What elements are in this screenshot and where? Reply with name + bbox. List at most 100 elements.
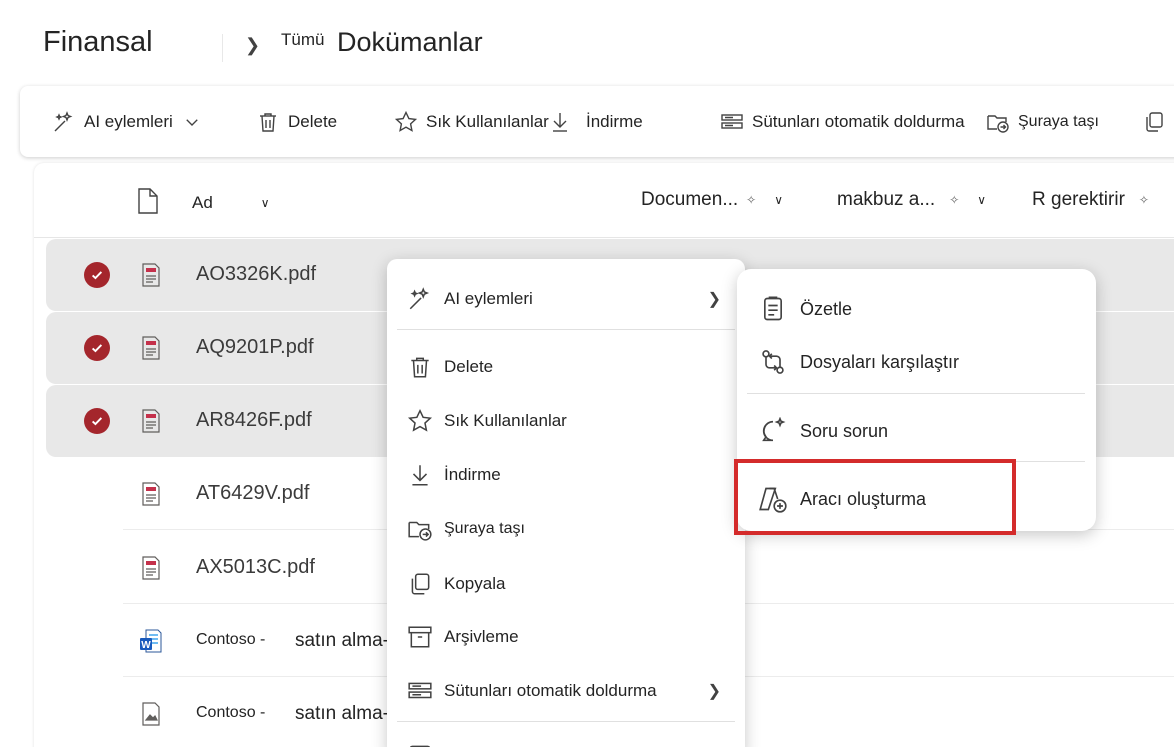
columns-icon bbox=[408, 682, 432, 699]
column-receipt-label: makbuz a... bbox=[837, 189, 936, 210]
autofill-columns-button[interactable]: Sütunları otomatik doldurma bbox=[720, 86, 965, 157]
image-icon bbox=[142, 702, 160, 726]
sparkle-wand-icon bbox=[409, 287, 430, 310]
menu-item-label: Şuraya taşı bbox=[444, 520, 525, 537]
submenu-item-label: Dosyaları karşılaştır bbox=[800, 351, 960, 372]
selected-check-icon[interactable] bbox=[84, 262, 110, 288]
folder-move-icon bbox=[987, 114, 1009, 133]
copy-icon bbox=[1146, 111, 1163, 132]
chevron-down-icon bbox=[186, 118, 198, 126]
menu-item-label: Sütunları otomatik doldurma bbox=[444, 681, 657, 700]
menu-item-label: AI eylemleri bbox=[444, 289, 533, 308]
ai-actions-button[interactable]: AI eylemleri bbox=[52, 86, 201, 157]
autofill-sparkle-icon: ✧ bbox=[746, 193, 757, 207]
file-type-icon bbox=[138, 188, 158, 214]
selected-check-icon[interactable] bbox=[84, 335, 110, 361]
menu-item-label: Arşivleme bbox=[444, 627, 519, 646]
summary-document-icon bbox=[764, 296, 782, 321]
menu-item-download[interactable]: İndirme bbox=[387, 453, 745, 497]
context-menu: AI eylemleri ❯ Delete Sık Kullanılanlar … bbox=[387, 259, 745, 747]
delete-button[interactable]: Delete bbox=[256, 86, 337, 157]
menu-divider bbox=[397, 329, 735, 330]
move-to-button[interactable]: Şuraya taşı bbox=[986, 86, 1099, 157]
pdf-icon bbox=[142, 482, 160, 506]
page-title[interactable]: Dokümanlar bbox=[337, 27, 483, 58]
menu-divider bbox=[397, 721, 735, 722]
file-name[interactable]: Contoso - bbox=[196, 631, 265, 649]
chevron-right-icon: ❯ bbox=[707, 291, 721, 308]
site-title[interactable]: Finansal bbox=[43, 26, 153, 59]
submenu-item-label: Özetle bbox=[800, 298, 853, 319]
header-divider bbox=[222, 34, 223, 62]
star-icon bbox=[407, 408, 433, 432]
chevron-down-icon: ∨ bbox=[260, 196, 270, 210]
pdf-icon bbox=[142, 556, 160, 580]
breadcrumb-all[interactable]: Tümü bbox=[281, 30, 324, 50]
submenu-item-compare[interactable]: Dosyaları karşılaştır bbox=[737, 340, 1096, 384]
breadcrumb-chevron-icon: ❯ bbox=[245, 35, 261, 55]
menu-divider bbox=[747, 393, 1085, 394]
chevron-down-icon: ∨ bbox=[774, 193, 784, 207]
menu-item-label: Kopyala bbox=[444, 574, 506, 593]
sparkle-wand-icon bbox=[54, 110, 73, 131]
details-icon bbox=[409, 745, 431, 747]
column-required[interactable]: R gerektirir ✧ bbox=[1032, 189, 1149, 211]
menu-item-ai-actions[interactable]: AI eylemleri ❯ bbox=[387, 277, 745, 321]
file-name[interactable]: AT6429V.pdf bbox=[196, 482, 309, 505]
submenu-item-ask-question[interactable]: Soru sorun bbox=[737, 409, 1096, 453]
menu-item-delete[interactable]: Delete bbox=[387, 345, 745, 389]
trash-icon bbox=[260, 112, 276, 132]
file-name[interactable]: AX5013C.pdf bbox=[196, 556, 315, 579]
menu-item-move-to[interactable]: Şuraya taşı bbox=[387, 507, 745, 551]
file-name[interactable]: Contoso - bbox=[196, 704, 265, 722]
download-label: İndirme bbox=[586, 111, 643, 131]
submenu-item-summarize[interactable]: Özetle bbox=[737, 287, 1096, 331]
trash-icon bbox=[411, 357, 429, 378]
header-divider bbox=[34, 237, 1174, 238]
file-name-tail[interactable]: satın alma- bbox=[295, 703, 389, 725]
archive-icon bbox=[408, 626, 432, 648]
folder-move-icon bbox=[408, 521, 432, 541]
compare-files-icon bbox=[762, 350, 784, 374]
selected-check-icon[interactable] bbox=[84, 408, 110, 434]
column-name[interactable]: Ad ∨ bbox=[192, 193, 270, 213]
column-receipt[interactable]: makbuz a... ✧ ∨ bbox=[837, 189, 986, 211]
highlight-box bbox=[734, 459, 1016, 535]
autofill-sparkle-icon: ✧ bbox=[1138, 193, 1149, 207]
favorites-button[interactable]: Sık Kullanılanlar bbox=[394, 86, 549, 157]
word-icon: W bbox=[140, 629, 162, 653]
column-name-label: Ad bbox=[192, 193, 213, 212]
command-bar: AI eylemleri Delete Sık Kullanılanlar İn… bbox=[20, 86, 1174, 157]
star-icon bbox=[394, 110, 418, 132]
column-required-label: R gerektirir bbox=[1032, 189, 1125, 210]
favorites-label: Sık Kullanılanlar bbox=[426, 111, 549, 131]
pdf-icon bbox=[142, 263, 160, 287]
menu-item-more[interactable] bbox=[387, 733, 745, 747]
pdf-icon bbox=[142, 336, 160, 360]
svg-text:W: W bbox=[141, 640, 151, 651]
menu-item-label: Delete bbox=[444, 357, 494, 376]
delete-label: Delete bbox=[288, 111, 338, 131]
move-to-label: Şuraya taşı bbox=[1018, 112, 1099, 130]
menu-item-autofill-columns[interactable]: Sütunları otomatik doldurma ❯ bbox=[387, 669, 745, 713]
chevron-right-icon: ❯ bbox=[707, 683, 721, 700]
file-name[interactable]: AQ9201P.pdf bbox=[196, 336, 314, 359]
menu-item-label: İndirme bbox=[444, 465, 501, 484]
column-header-row: Ad ∨ Documen... ✧ ∨ makbuz a... ✧ ∨ R ge… bbox=[34, 175, 1174, 235]
download-icon bbox=[412, 465, 428, 486]
chat-sparkle-icon bbox=[762, 417, 786, 442]
pdf-icon bbox=[142, 409, 160, 433]
autofill-label: Sütunları otomatik doldurma bbox=[752, 111, 965, 131]
copy-button[interactable] bbox=[1142, 86, 1166, 157]
copy-icon bbox=[411, 573, 430, 595]
download-button[interactable]: İndirme bbox=[548, 86, 643, 157]
file-name[interactable]: AR8426F.pdf bbox=[196, 409, 312, 432]
menu-item-archive[interactable]: Arşivleme bbox=[387, 615, 745, 659]
menu-item-copy[interactable]: Kopyala bbox=[387, 562, 745, 606]
submenu-item-label: Soru sorun bbox=[800, 420, 889, 441]
file-name-tail[interactable]: satın alma- bbox=[295, 630, 389, 652]
autofill-sparkle-icon: ✧ bbox=[949, 193, 960, 207]
menu-item-favorites[interactable]: Sık Kullanılanlar bbox=[387, 399, 745, 443]
file-name[interactable]: AO3326K.pdf bbox=[196, 263, 316, 286]
column-document[interactable]: Documen... ✧ ∨ bbox=[641, 189, 783, 211]
